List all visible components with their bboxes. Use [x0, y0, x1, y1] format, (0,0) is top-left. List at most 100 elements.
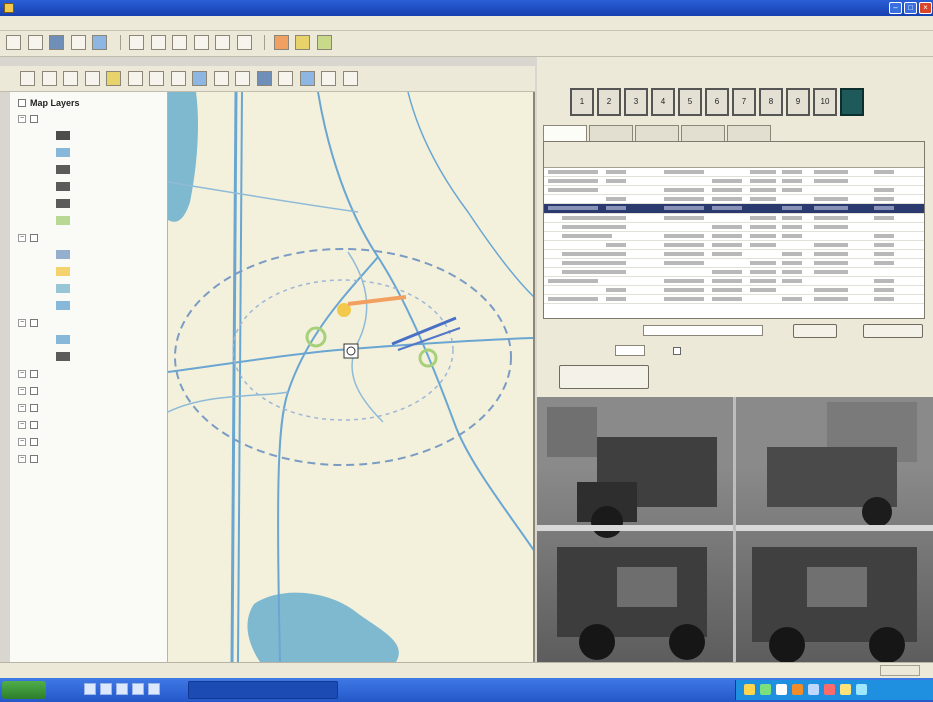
measure-icon[interactable] [236, 35, 252, 50]
zoom-out-icon[interactable] [63, 71, 79, 86]
layer-checkbox[interactable] [30, 454, 38, 463]
cursor-icon[interactable] [215, 35, 231, 50]
layer-item[interactable]: − [10, 416, 167, 433]
quicklaunch-icon[interactable] [84, 683, 96, 695]
frame-thumbnail[interactable] [840, 88, 864, 116]
table-row[interactable] [544, 168, 924, 177]
menu-item-5[interactable] [70, 20, 84, 24]
tab-1[interactable] [589, 125, 633, 141]
layer-item[interactable] [10, 246, 167, 263]
expand-icon[interactable]: − [18, 437, 26, 446]
close-button[interactable]: × [919, 2, 932, 14]
tab-3[interactable] [681, 125, 725, 141]
layer-item[interactable] [10, 331, 167, 348]
layer-item[interactable] [10, 348, 167, 365]
alert-icon[interactable] [273, 35, 289, 50]
menu-item-6[interactable] [84, 20, 98, 24]
table-row[interactable] [544, 286, 924, 295]
frame-thumbnail[interactable]: 1 [570, 88, 594, 116]
table-row[interactable] [544, 204, 924, 214]
frame-thumbnail[interactable]: 2 [597, 88, 621, 116]
menu-item-4[interactable] [56, 20, 70, 24]
form-button-2[interactable] [863, 324, 923, 338]
expand-icon[interactable]: − [18, 233, 26, 242]
taskbar-window-button[interactable] [188, 681, 338, 699]
layer-item[interactable]: − [10, 399, 167, 416]
maximize-button[interactable]: □ [904, 2, 917, 14]
layer-item[interactable]: − [10, 229, 167, 246]
table-row[interactable] [544, 195, 924, 204]
layers-checkbox[interactable] [18, 99, 26, 107]
layer-checkbox[interactable] [30, 114, 38, 123]
action-button[interactable] [559, 365, 649, 389]
tray-icon[interactable] [792, 684, 803, 695]
menu-item-3[interactable] [42, 20, 56, 24]
tab-0[interactable] [543, 125, 587, 141]
frame-thumbnail[interactable]: 8 [759, 88, 783, 116]
table-row[interactable] [544, 241, 924, 250]
tray-icon[interactable] [744, 684, 755, 695]
table-row[interactable] [544, 259, 924, 268]
frame-thumbnail[interactable]: 9 [786, 88, 810, 116]
save-icon[interactable] [49, 35, 65, 50]
menu-item-2[interactable] [28, 20, 42, 24]
layer-item[interactable] [10, 195, 167, 212]
layer-item[interactable]: − [10, 110, 167, 127]
tray-icon[interactable] [760, 684, 771, 695]
track-icon[interactable] [256, 71, 272, 86]
layer-checkbox[interactable] [30, 437, 38, 446]
layer-checkbox[interactable] [30, 386, 38, 395]
pan-icon[interactable] [20, 71, 35, 86]
expand-icon[interactable]: − [18, 114, 26, 123]
table-row[interactable] [544, 177, 924, 186]
tray-icon[interactable] [776, 684, 787, 695]
map-canvas[interactable] [168, 92, 535, 662]
expand-icon[interactable]: − [18, 386, 26, 395]
frame-thumbnail[interactable]: 6 [705, 88, 729, 116]
table-row[interactable] [544, 232, 924, 241]
layer-item[interactable] [10, 178, 167, 195]
pointer-icon[interactable] [127, 71, 143, 86]
form-button-1[interactable] [793, 324, 837, 338]
grid-icon[interactable] [213, 71, 229, 86]
minimize-button[interactable]: – [889, 2, 902, 14]
layer-item[interactable] [10, 161, 167, 178]
table-row[interactable] [544, 223, 924, 232]
layer-item[interactable] [10, 144, 167, 161]
layer-item[interactable] [10, 212, 167, 229]
frame-thumbnail[interactable]: 4 [651, 88, 675, 116]
grid-icon[interactable] [193, 35, 209, 50]
layer-item[interactable] [10, 127, 167, 144]
layer-checkbox[interactable] [30, 318, 38, 327]
layer-icon[interactable] [92, 35, 108, 50]
map-view[interactable] [168, 92, 535, 662]
quicklaunch-icon[interactable] [148, 683, 160, 695]
option-checkbox[interactable] [673, 347, 681, 355]
field-value-1[interactable] [643, 325, 763, 336]
tray-icon[interactable] [824, 684, 835, 695]
vehicle-icon[interactable] [343, 343, 359, 359]
menu-item-1[interactable] [14, 20, 28, 24]
layer-item[interactable]: − [10, 365, 167, 382]
expand-icon[interactable]: − [18, 403, 26, 412]
identify-icon[interactable] [149, 71, 165, 86]
full-extent-icon[interactable] [84, 71, 100, 86]
new-icon[interactable] [6, 35, 21, 50]
frame-thumbnail[interactable]: 10 [813, 88, 837, 116]
expand-icon[interactable]: − [18, 369, 26, 378]
layer-checkbox[interactable] [30, 233, 38, 242]
tab-2[interactable] [635, 125, 679, 141]
refresh-icon[interactable] [321, 71, 337, 86]
tray-icon[interactable] [840, 684, 851, 695]
layer-item[interactable] [10, 280, 167, 297]
expand-icon[interactable]: − [18, 420, 26, 429]
layer-item[interactable]: − [10, 314, 167, 331]
window-icon[interactable] [172, 35, 188, 50]
layer-icon[interactable] [299, 71, 315, 86]
tab-4[interactable] [727, 125, 771, 141]
frame-thumbnail[interactable]: 7 [732, 88, 756, 116]
grid-icon[interactable] [235, 71, 251, 86]
quicklaunch-icon[interactable] [132, 683, 144, 695]
status-icon[interactable] [316, 35, 332, 50]
frame-thumbnail[interactable]: 3 [624, 88, 648, 116]
